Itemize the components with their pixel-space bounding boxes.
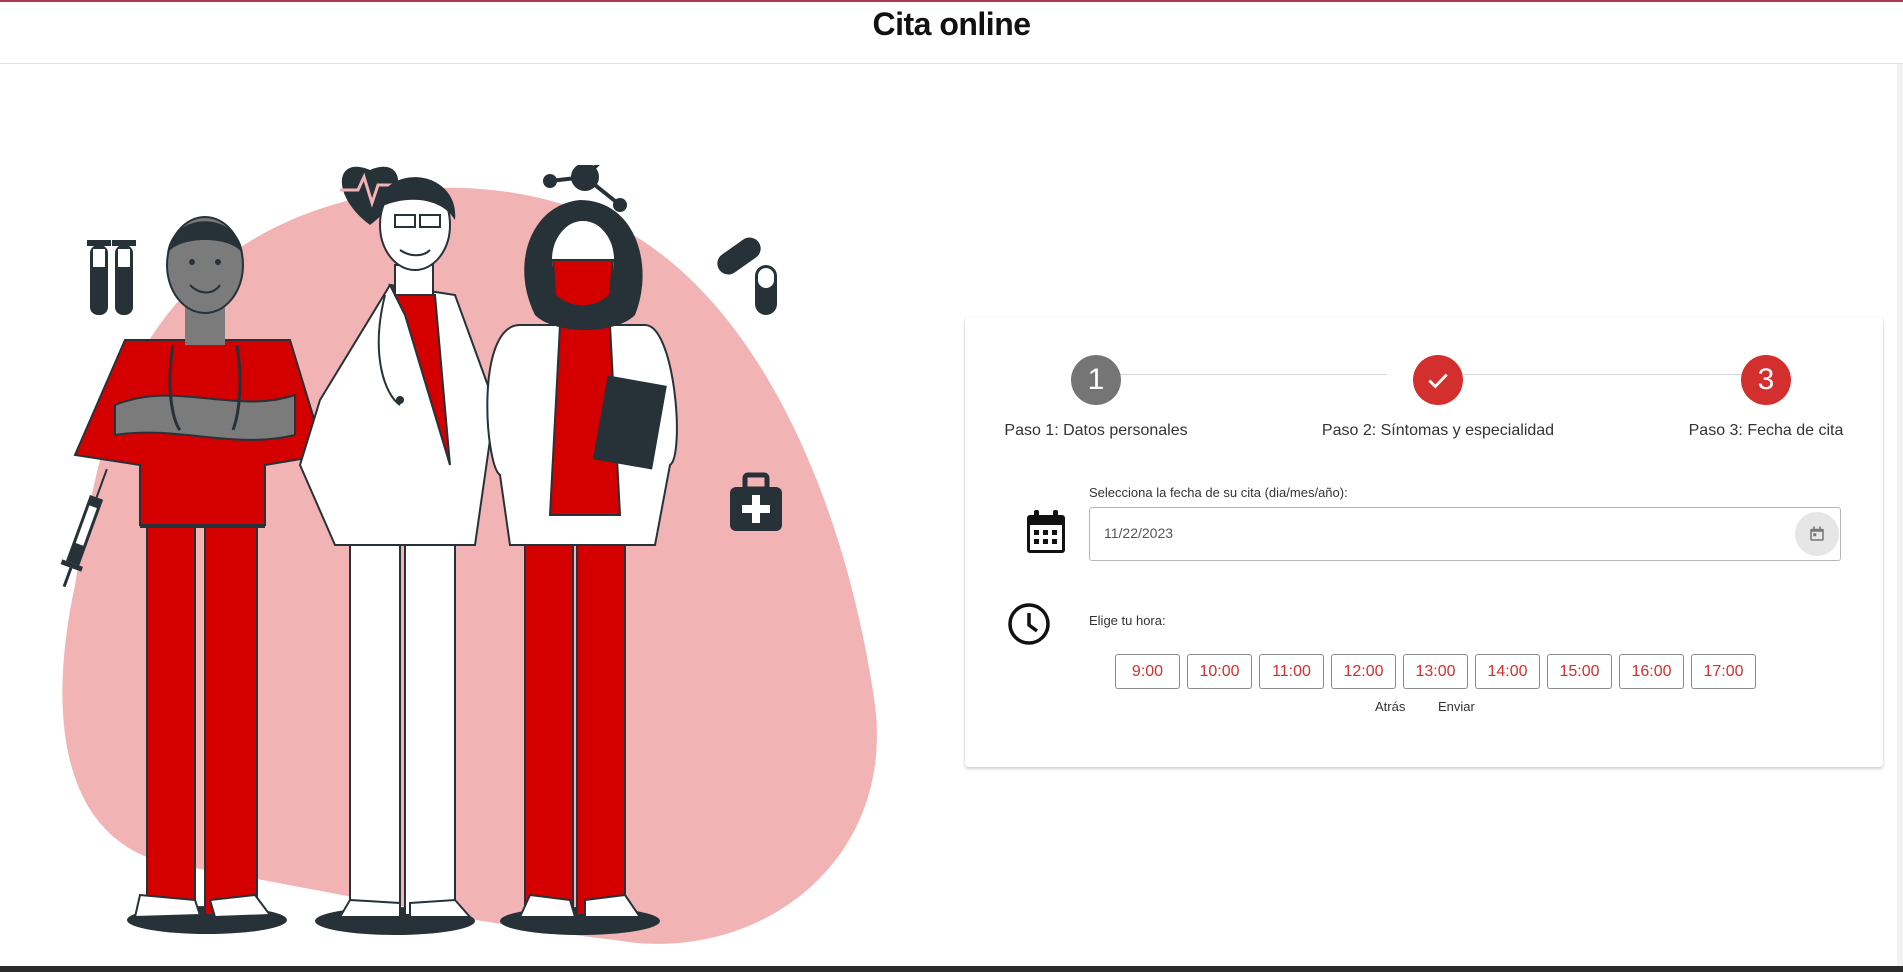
stepper-connector (1448, 374, 1747, 375)
time-field-label: Elige tu hora: (1089, 613, 1166, 628)
date-input[interactable]: 11/22/2023 (1089, 507, 1841, 561)
calendar-picker-icon (1810, 526, 1824, 541)
page-header: Cita online (0, 2, 1903, 64)
step-1-number: 1 (1087, 363, 1105, 396)
back-button[interactable]: Atrás (1375, 699, 1405, 714)
stepper-connector (1105, 374, 1387, 375)
doctors-illustration (55, 140, 895, 955)
appointment-card: 1 3 Paso 1: Datos personales Paso 2: Sín… (965, 317, 1883, 767)
test-tubes-icon (87, 240, 136, 315)
check-icon (1428, 373, 1448, 389)
step-1-circle: 1 (1071, 355, 1121, 405)
time-slot-button[interactable]: 17:00 (1691, 654, 1756, 689)
date-field-label: Selecciona la fecha de su cita (dia/mes/… (1089, 485, 1348, 500)
step-3-circle: 3 (1741, 355, 1791, 405)
step-3-label: Paso 3: Fecha de cita (1688, 422, 1844, 439)
step-1-label: Paso 1: Datos personales (1004, 422, 1188, 439)
time-slot-button[interactable]: 13:00 (1403, 654, 1468, 689)
time-slot-button[interactable]: 14:00 (1475, 654, 1540, 689)
time-slot-button[interactable]: 16:00 (1619, 654, 1684, 689)
bottom-border (0, 966, 1903, 972)
step-3-number: 3 (1757, 363, 1775, 396)
calendar-icon (1027, 510, 1065, 553)
time-slot-list: 9:00 10:00 11:00 12:00 13:00 14:00 15:00… (1115, 654, 1756, 689)
time-slot-button[interactable]: 15:00 (1547, 654, 1612, 689)
step-2-label: Paso 2: Síntomas y especialidad (1321, 422, 1555, 439)
submit-button[interactable]: Enviar (1438, 699, 1475, 714)
time-slot-button[interactable]: 9:00 (1115, 654, 1180, 689)
time-slot-button[interactable]: 10:00 (1187, 654, 1252, 689)
step-2-circle (1413, 355, 1463, 405)
time-slot-button[interactable]: 11:00 (1259, 654, 1324, 689)
date-input-value: 11/22/2023 (1104, 525, 1174, 541)
time-slot-button[interactable]: 12:00 (1331, 654, 1396, 689)
medical-team-image (60, 140, 877, 944)
page-title: Cita online (872, 6, 1031, 42)
scrollbar[interactable] (1897, 64, 1903, 966)
calendar-picker-button[interactable] (1795, 512, 1839, 556)
clock-icon (1008, 603, 1050, 645)
pill-icon (717, 237, 777, 315)
